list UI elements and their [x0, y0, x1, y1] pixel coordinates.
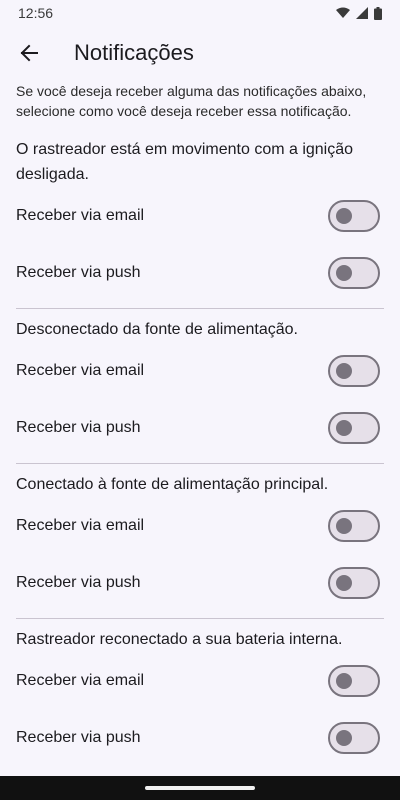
- signal-icon: [356, 7, 368, 19]
- top-app-bar: Notificações: [0, 26, 400, 80]
- option-label: Receber via email: [16, 516, 145, 534]
- battery-icon: [374, 6, 382, 20]
- divider: [16, 463, 384, 464]
- notification-section: Rastreador reconectado a sua bateria int…: [0, 627, 400, 766]
- divider: [16, 618, 384, 619]
- toggle-knob: [336, 419, 352, 436]
- section-title: Desconectado da fonte de alimentação.: [16, 321, 298, 338]
- toggle-knob: [336, 362, 352, 379]
- push-toggle[interactable]: [328, 411, 380, 444]
- status-bar: 12:56: [0, 0, 400, 26]
- page-title: Notificações: [74, 40, 194, 65]
- push-toggle[interactable]: [328, 256, 380, 289]
- option-label: Receber via push: [16, 728, 141, 746]
- option-row: Receber via push: [16, 709, 384, 766]
- toggle-knob: [336, 729, 352, 746]
- status-icons: [336, 6, 382, 20]
- option-row: Receber via email: [16, 497, 384, 554]
- email-toggle[interactable]: [328, 354, 380, 387]
- email-toggle[interactable]: [328, 199, 380, 232]
- notification-settings: Se você deseja receber alguma das notifi…: [0, 80, 400, 766]
- option-row: Receber via push: [16, 399, 384, 456]
- notification-section: Conectado à fonte de alimentação princip…: [0, 472, 400, 611]
- notification-section: O rastreador está em movimento com a ign…: [0, 137, 400, 301]
- toggle-knob: [336, 207, 352, 224]
- option-row: Receber via email: [16, 342, 384, 399]
- option-row: Receber via email: [16, 652, 384, 709]
- section-title: Conectado à fonte de alimentação princip…: [16, 476, 329, 493]
- option-label: Receber via email: [16, 361, 145, 379]
- intro-text: Se você deseja receber alguma das notifi…: [16, 83, 367, 119]
- section-title: Rastreador reconectado a sua bateria int…: [16, 631, 343, 648]
- push-toggle[interactable]: [328, 566, 380, 599]
- option-row: Receber via push: [16, 244, 384, 301]
- email-toggle[interactable]: [328, 664, 380, 697]
- toggle-knob: [336, 264, 352, 281]
- push-toggle[interactable]: [328, 721, 380, 754]
- toggle-knob: [336, 517, 352, 534]
- toggle-knob: [336, 672, 352, 689]
- system-navigation-bar: [0, 776, 400, 800]
- option-row: Receber via push: [16, 554, 384, 611]
- notification-section: Desconectado da fonte de alimentação. Re…: [0, 317, 400, 456]
- option-label: Receber via email: [16, 206, 145, 224]
- option-label: Receber via push: [16, 418, 141, 436]
- section-title: O rastreador está em movimento com a ign…: [16, 141, 354, 183]
- divider: [16, 308, 384, 309]
- arrow-back-icon: [20, 44, 38, 62]
- email-toggle[interactable]: [328, 509, 380, 542]
- option-label: Receber via email: [16, 671, 145, 689]
- toggle-knob: [336, 574, 352, 591]
- home-gesture-handle[interactable]: [145, 786, 255, 790]
- status-time: 12:56: [18, 5, 54, 21]
- back-button[interactable]: [1, 26, 57, 80]
- option-row: Receber via email: [16, 187, 384, 244]
- option-label: Receber via push: [16, 263, 141, 281]
- wifi-icon: [336, 7, 350, 18]
- option-label: Receber via push: [16, 573, 141, 591]
